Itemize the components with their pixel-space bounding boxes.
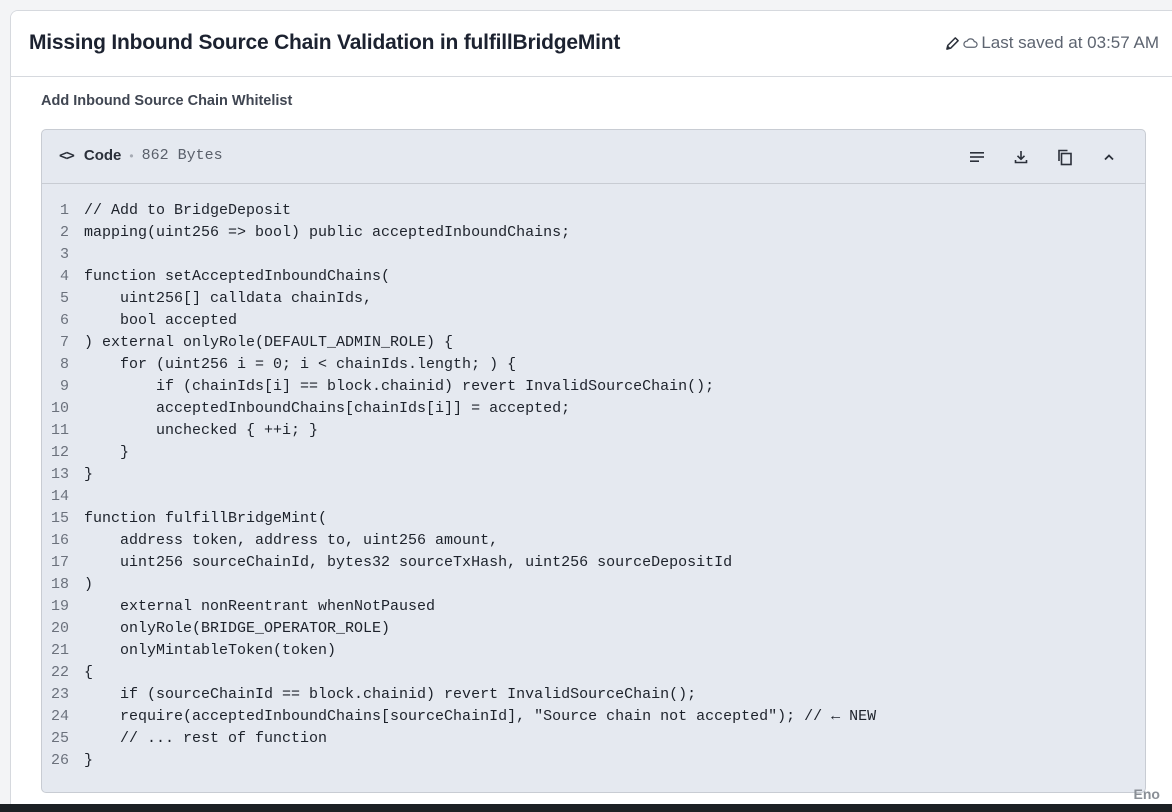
code-text: ) external onlyRole(DEFAULT_ADMIN_ROLE) … — [84, 334, 454, 351]
code-line: 22 { — [42, 662, 1145, 684]
save-status: Last saved at 03:57 AM — [945, 33, 1159, 53]
code-line: 2 mapping(uint256 => bool) public accepte… — [42, 222, 1145, 244]
code-text: function fulfillBridgeMint( — [84, 510, 328, 527]
code-text: // ... rest of function — [84, 730, 328, 747]
line-number: 11 — [50, 422, 69, 439]
code-line: 19 external nonReentrant whenNotPaused — [42, 596, 1145, 618]
code-text: acceptedInboundChains[chainIds[i]] = acc… — [84, 400, 571, 417]
line-number: 18 — [50, 576, 69, 593]
code-block-info: <> Code • 862 Bytes — [59, 147, 223, 164]
code-line: 6 bool accepted — [42, 310, 1145, 332]
code-size: 862 Bytes — [141, 147, 223, 164]
code-text: } — [84, 444, 130, 461]
code-text: unchecked { ++i; } — [84, 422, 319, 439]
code-line: 16 address token, address to, uint256 am… — [42, 530, 1145, 552]
code-text: require(acceptedInboundChains[sourceChai… — [84, 708, 877, 725]
code-line: 20 onlyRole(BRIDGE_OPERATOR_ROLE) — [42, 618, 1145, 640]
code-line: 12 } — [42, 442, 1145, 464]
code-label: Code — [83, 147, 122, 164]
code-line: 1 // Add to BridgeDeposit — [42, 200, 1145, 222]
code-text: onlyMintableToken(token) — [84, 642, 337, 659]
line-number: 10 — [50, 400, 69, 417]
code-line: 18) — [42, 574, 1145, 596]
code-text: uint256 sourceChainId, bytes32 sourceTxH… — [84, 554, 733, 571]
code-text: bool accepted — [84, 312, 238, 329]
background-strip — [0, 804, 1172, 812]
line-number: 6 — [59, 312, 69, 329]
line-number: 26 — [50, 752, 69, 769]
download-icon[interactable] — [1009, 145, 1033, 169]
code-line: 4 function setAcceptedInboundChains( — [42, 266, 1145, 288]
recommendation-title: Add Inbound Source Chain Whitelist — [41, 93, 293, 109]
code-line: 17 uint256 sourceChainId, bytes32 source… — [42, 552, 1145, 574]
separator-dot: • — [129, 148, 134, 163]
code-content[interactable]: 1 // Add to BridgeDeposit 2 mapping(uint256… — [42, 200, 1145, 772]
line-number: 21 — [50, 642, 69, 659]
code-text: mapping(uint256 => bool) public accepted… — [84, 224, 571, 241]
code-text: } — [84, 752, 94, 769]
finding-card: Missing Inbound Source Chain Validation … — [10, 10, 1172, 812]
code-line: 14 — [42, 486, 1145, 508]
code-text: } — [84, 466, 94, 483]
line-number: 15 — [50, 510, 69, 527]
code-line: 9 if (chainIds[i] == block.chainid) reve… — [42, 376, 1145, 398]
code-line: 26} — [42, 750, 1145, 772]
code-text: onlyRole(BRIDGE_OPERATOR_ROLE) — [84, 620, 391, 637]
code-text: external nonReentrant whenNotPaused — [84, 598, 436, 615]
code-icon: <> — [59, 147, 75, 164]
line-number: 16 — [50, 532, 69, 549]
line-number: 17 — [50, 554, 69, 571]
code-text: ) — [84, 576, 94, 593]
wrap-lines-icon[interactable] — [965, 145, 989, 169]
pencil-icon[interactable] — [945, 36, 960, 51]
line-number: 7 — [59, 334, 69, 351]
copy-icon[interactable] — [1053, 145, 1077, 169]
code-line: 15 function fulfillBridgeMint( — [42, 508, 1145, 530]
code-line: 24 require(acceptedInboundChains[sourceC… — [42, 706, 1145, 728]
chevron-up-icon[interactable] — [1097, 145, 1121, 169]
line-number: 25 — [50, 730, 69, 747]
code-block-header: <> Code • 862 Bytes — [42, 130, 1145, 184]
code-line: 25 // ... rest of function — [42, 728, 1145, 750]
line-number: 13 — [50, 466, 69, 483]
code-text: { — [84, 664, 94, 681]
watermark: Eno — [1133, 786, 1160, 802]
code-line: 8 for (uint256 i = 0; i < chainIds.lengt… — [42, 354, 1145, 376]
last-saved-text: Last saved at 03:57 AM — [981, 33, 1159, 52]
code-text: // Add to BridgeDeposit — [84, 202, 292, 219]
line-number: 24 — [50, 708, 69, 725]
code-line: 23 if (sourceChainId == block.chainid) r… — [42, 684, 1145, 706]
line-number: 1 — [59, 202, 69, 219]
line-number: 23 — [50, 686, 69, 703]
code-line: 7 ) external onlyRole(DEFAULT_ADMIN_ROLE)… — [42, 332, 1145, 354]
code-text: if (chainIds[i] == block.chainid) revert… — [84, 378, 715, 395]
line-number: 22 — [50, 664, 69, 681]
line-number: 20 — [50, 620, 69, 637]
line-number: 3 — [59, 246, 69, 263]
code-text: address token, address to, uint256 amoun… — [84, 532, 499, 549]
code-line: 21 onlyMintableToken(token) — [42, 640, 1145, 662]
cloud-icon — [963, 37, 978, 49]
line-number: 2 — [59, 224, 69, 241]
line-number: 14 — [50, 488, 69, 505]
finding-header: Missing Inbound Source Chain Validation … — [11, 11, 1172, 77]
code-text: uint256[] calldata chainIds, — [84, 290, 373, 307]
code-text: if (sourceChainId == block.chainid) reve… — [84, 686, 697, 703]
code-line: 11 unchecked { ++i; } — [42, 420, 1145, 442]
code-line: 10 acceptedInboundChains[chainIds[i]] = … — [42, 398, 1145, 420]
code-line: 3 — [42, 244, 1145, 266]
line-number: 9 — [59, 378, 69, 395]
line-number: 5 — [59, 290, 69, 307]
code-line: 13} — [42, 464, 1145, 486]
code-text: function setAcceptedInboundChains( — [84, 268, 391, 285]
line-number: 12 — [50, 444, 69, 461]
line-number: 4 — [59, 268, 69, 285]
line-number: 8 — [59, 356, 69, 373]
code-block: <> Code • 862 Bytes 1// Add to BridgeDep… — [41, 129, 1146, 793]
line-number: 19 — [50, 598, 69, 615]
page-title: Missing Inbound Source Chain Validation … — [29, 31, 621, 54]
code-actions — [965, 145, 1121, 169]
code-text: for (uint256 i = 0; i < chainIds.length;… — [84, 356, 517, 373]
code-line: 5 uint256[] calldata chainIds, — [42, 288, 1145, 310]
